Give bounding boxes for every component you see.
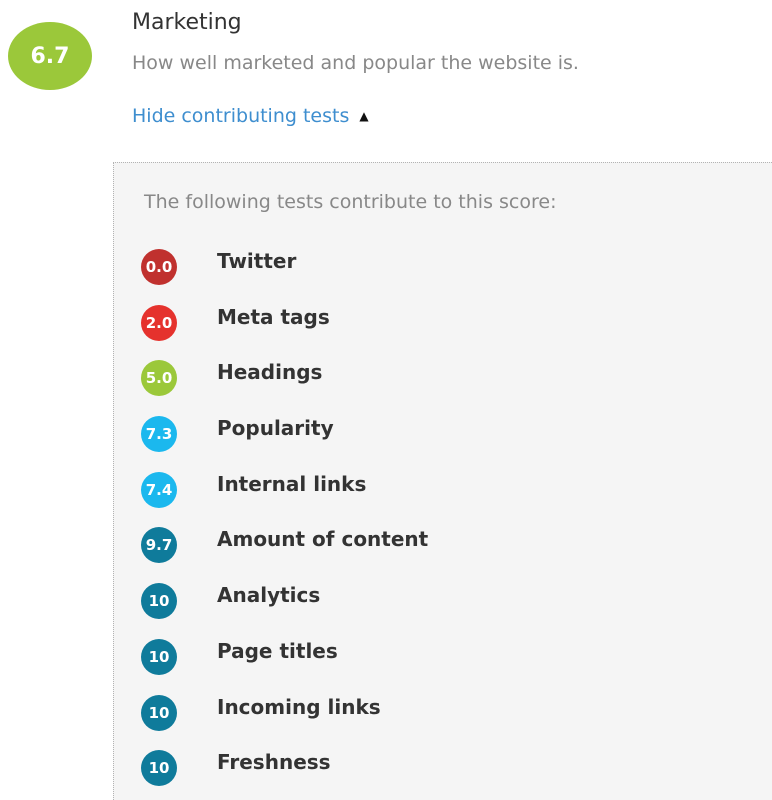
test-item: 10 Freshness [141,744,428,800]
test-name: Twitter [217,249,297,273]
test-item: 5.0 Headings [141,354,428,410]
test-score-badge: 10 [141,638,177,675]
test-score-badge: 10 [141,694,177,731]
test-item: 9.7 Amount of content [141,521,428,577]
test-item: 7.4 Internal links [141,466,428,522]
test-score-badge: 10 [141,583,177,620]
marketing-score-section: 6.7 Marketing How well marketed and popu… [0,0,772,800]
test-name: Headings [217,360,323,385]
category-description: How well marketed and popular the websit… [132,52,579,74]
test-item: 10 Incoming links [141,689,428,745]
test-item: 2.0 Meta tags [141,299,428,355]
caret-up-icon: ▲ [359,109,369,123]
test-score-badge: 9.7 [141,527,177,564]
category-score-badge: 6.7 [8,22,92,90]
test-score-badge: 10 [141,750,177,787]
test-item: 10 Page titles [141,633,428,689]
test-name: Amount of content [217,527,429,552]
test-name: Page titles [217,638,338,663]
test-item: 0.0 Twitter [141,243,428,299]
hide-contributing-tests-link[interactable]: Hide contributing tests ▲ [132,105,369,127]
test-name: Analytics [217,583,321,608]
test-name: Freshness [217,750,331,775]
test-score-badge: 2.0 [141,304,177,341]
test-score-badge: 7.4 [141,471,177,508]
test-item: 7.3 Popularity [141,410,428,466]
test-score-badge: 5.0 [141,360,177,397]
test-name: Meta tags [217,304,330,329]
panel-intro-text: The following tests contribute to this s… [144,191,557,213]
test-name: Internal links [217,471,367,496]
test-list: 0.0 Twitter 2.0 Meta tags 5.0 Headings 7… [141,243,428,800]
test-score-badge: 7.3 [141,416,177,453]
contributing-tests-panel: The following tests contribute to this s… [113,162,772,800]
test-item: 10 Analytics [141,577,428,633]
test-score-badge: 0.0 [141,249,177,285]
category-title: Marketing [132,10,242,35]
test-name: Incoming links [217,694,381,719]
toggle-label: Hide contributing tests [132,105,350,127]
test-name: Popularity [217,416,334,441]
